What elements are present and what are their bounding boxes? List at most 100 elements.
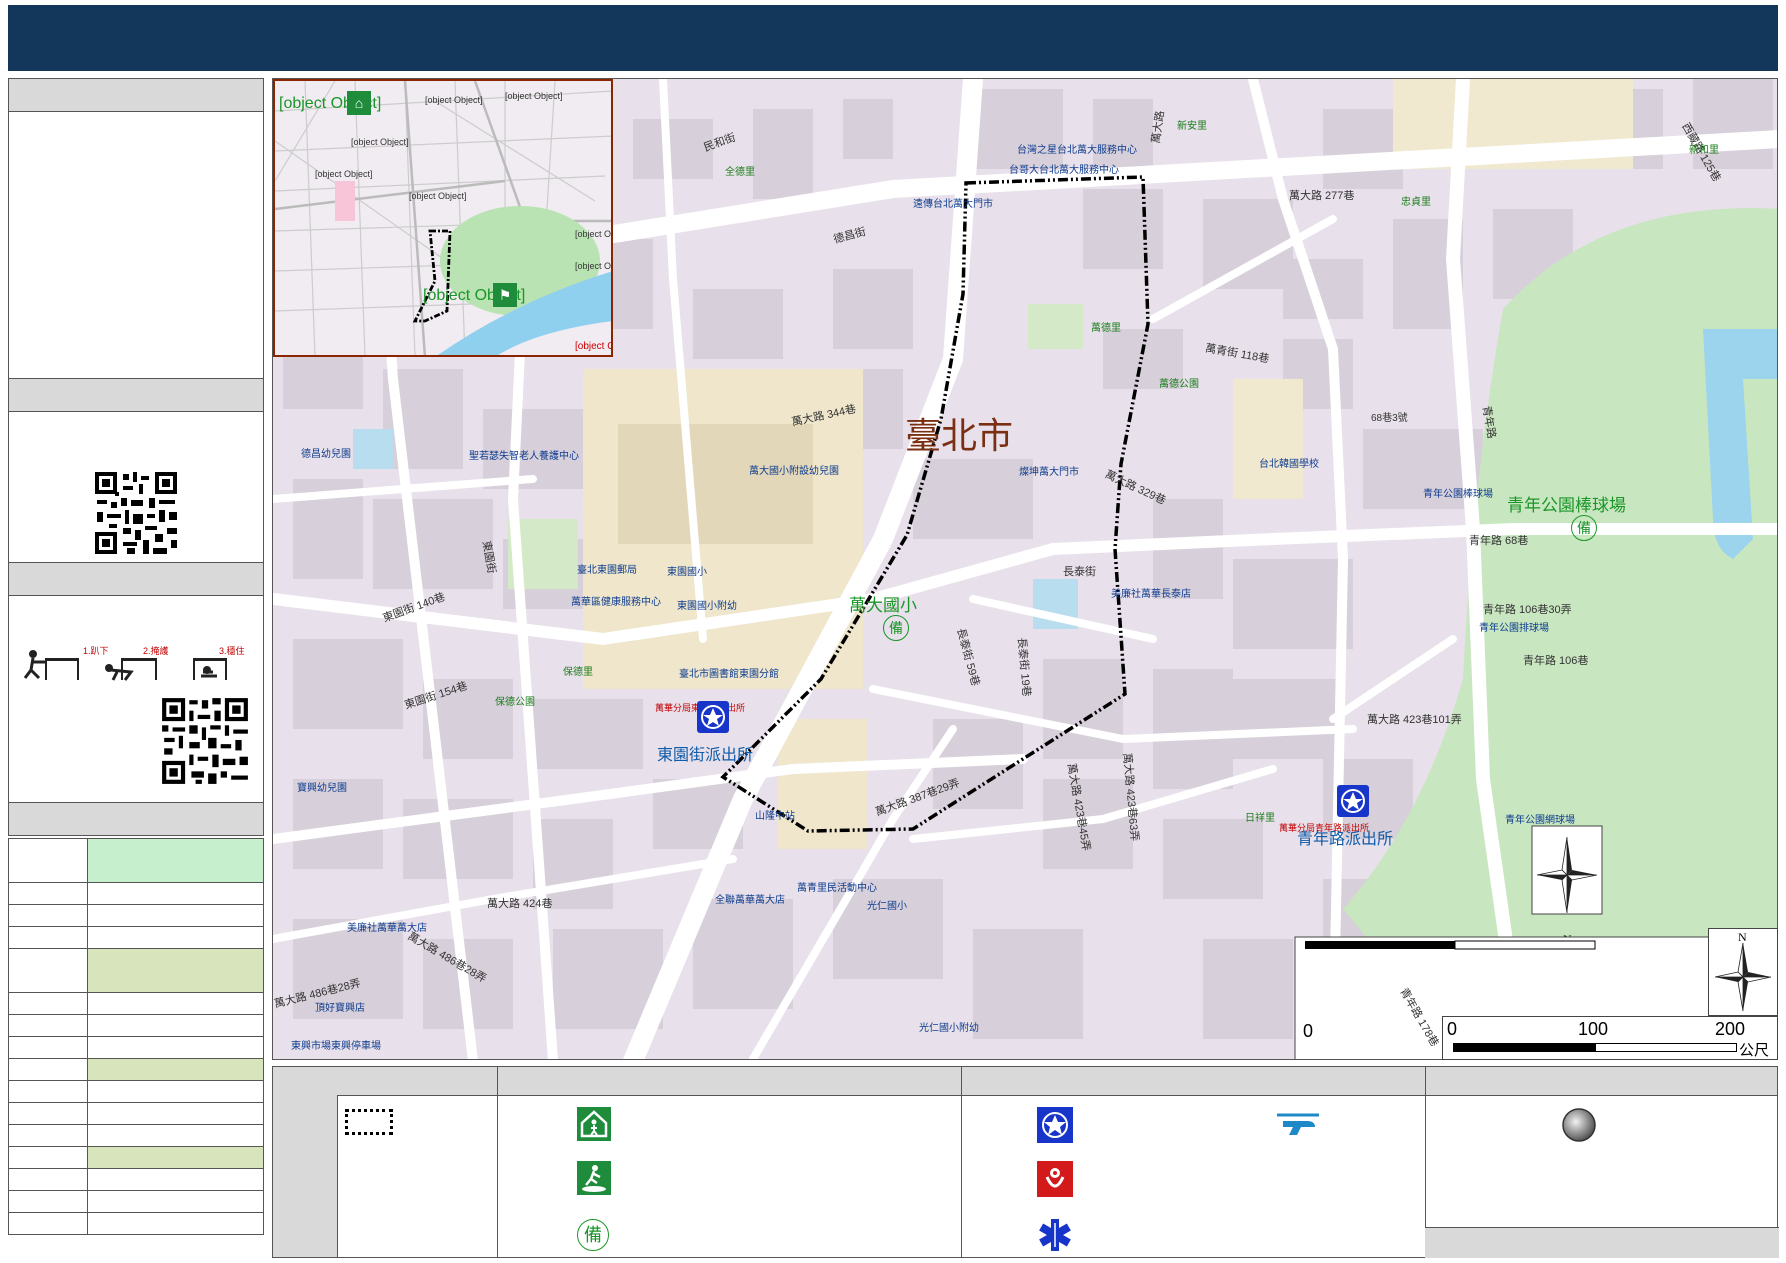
compass-box: N bbox=[1708, 928, 1778, 1016]
inset-road-label: [object Object] bbox=[351, 137, 409, 147]
poi-label: 東園國小附幼 bbox=[677, 601, 737, 612]
village-label: 萬德公園 bbox=[1159, 379, 1199, 390]
village-label: 日祥里 bbox=[1245, 813, 1275, 824]
village-label: 68巷3號 bbox=[1371, 413, 1408, 424]
school-label: 萬大國小 bbox=[849, 596, 917, 615]
compass-rose-icon: N bbox=[1714, 930, 1772, 1012]
left-panel-header-2 bbox=[8, 378, 264, 412]
village-label: 全德里 bbox=[725, 167, 755, 178]
gray-circle-icon bbox=[1561, 1107, 1597, 1143]
road-label: 萬大路 423巷101弄 bbox=[1367, 714, 1462, 726]
park-evacuation-icon bbox=[577, 1161, 611, 1195]
police-icon bbox=[1337, 785, 1369, 817]
poi-label: 全聯萬華萬大店 bbox=[715, 895, 785, 906]
scale-bar-black bbox=[1453, 1043, 1595, 1052]
park-evacuation-icon: ⚑ bbox=[493, 283, 517, 307]
poi-label: 青年公園棒球場 bbox=[1423, 489, 1493, 500]
inset-road-label: [object Object] bbox=[575, 341, 611, 352]
reserve-shelter-icon: 備 bbox=[883, 615, 909, 641]
poi-label: 台灣之星台北萬大服務中心 bbox=[1017, 145, 1137, 156]
poi-label: 燦坤萬大門市 bbox=[1019, 467, 1079, 478]
helipad-icon bbox=[1273, 1109, 1323, 1139]
left-panel-qr-box bbox=[8, 411, 264, 563]
inset-road-label: [object Object] bbox=[315, 169, 373, 179]
left-panel-quake-box: 1.趴下 2.掩護 3.穩住 bbox=[8, 595, 264, 803]
inset-road-label: [object Object] bbox=[425, 95, 483, 105]
legend-side-header bbox=[273, 1067, 338, 1257]
north-letter: N bbox=[1738, 930, 1747, 944]
poi-label: 美廉社萬華長泰店 bbox=[1111, 589, 1191, 600]
poi-label: 臺北東園郵局 bbox=[577, 565, 637, 576]
table-cell bbox=[87, 948, 264, 993]
left-panel-description-box bbox=[8, 111, 264, 379]
evacuation-shelter-icon: ⌂ bbox=[347, 91, 371, 115]
table-cell bbox=[87, 1146, 264, 1169]
qr-code-icon[interactable] bbox=[93, 470, 179, 556]
fire-department-icon bbox=[1037, 1161, 1073, 1197]
inset-road-label: [object Object] bbox=[575, 229, 612, 239]
drop-cover-hold-icon: 1.趴下 2.掩護 3.穩住 bbox=[23, 645, 245, 681]
poi-label: 聖若瑟失智老人養護中心 bbox=[469, 451, 579, 462]
police-label: 東園街派出所 bbox=[657, 747, 754, 764]
village-label: 忠貞里 bbox=[1401, 197, 1431, 208]
police-icon bbox=[1037, 1107, 1073, 1143]
police-icon bbox=[697, 701, 729, 733]
poi-label: 東園國小 bbox=[667, 567, 707, 578]
info-table bbox=[8, 838, 264, 1235]
quake-step-1: 1.趴下 bbox=[83, 646, 109, 656]
poi-label: 台北韓國學校 bbox=[1259, 459, 1319, 470]
poi-label: 萬華區健康服務中心 bbox=[571, 597, 661, 608]
quake-step-2: 2.掩護 bbox=[143, 645, 169, 656]
table-cell bbox=[87, 1058, 264, 1081]
poi-label: 臺北市圖書館東園分館 bbox=[679, 669, 779, 680]
inset-road-label: [object Object] bbox=[575, 261, 612, 271]
poi-label: 光仁國小附幼 bbox=[919, 1023, 979, 1034]
main-map[interactable]: N [object Object] ⌂ [object Object] ⚑ [o… bbox=[272, 78, 1778, 1060]
scale-unit: 公尺 bbox=[1739, 1042, 1770, 1059]
legend-header-row bbox=[337, 1067, 1777, 1096]
road-label: 青年路 106巷30弄 bbox=[1483, 604, 1572, 616]
medical-icon bbox=[1037, 1217, 1073, 1253]
scale-max: 200 bbox=[1715, 1019, 1746, 1039]
table-cell bbox=[8, 838, 88, 883]
poi-label: 青年公園排球場 bbox=[1479, 623, 1549, 634]
quake-step-3: 3.穩住 bbox=[219, 645, 245, 656]
left-panel-header-4 bbox=[8, 802, 264, 836]
road-label: 萬大路 277巷 bbox=[1289, 190, 1355, 202]
reserve-shelter-icon: 備 bbox=[577, 1219, 609, 1251]
road-label: 青年路 106巷 bbox=[1523, 655, 1589, 667]
poi-label: 山隆中站 bbox=[755, 811, 795, 822]
poi-label: 寶興幼兒園 bbox=[297, 783, 347, 794]
scale-bar: 0 100 200 公尺 bbox=[1442, 1016, 1778, 1060]
park-label: 青年公園棒球場 bbox=[1507, 496, 1626, 515]
poi-label: 萬青里民活動中心 bbox=[797, 883, 877, 894]
inset-road-label: [object Object] bbox=[505, 91, 563, 101]
village-label: 新安里 bbox=[1177, 121, 1207, 132]
poi-label: 美廉社萬華萬大店 bbox=[347, 923, 427, 934]
title-bar bbox=[8, 5, 1778, 71]
poi-label: 遠傳台北萬大門市 bbox=[913, 199, 993, 210]
scale-mid: 100 bbox=[1578, 1019, 1609, 1039]
road-label: 長泰街 bbox=[1063, 566, 1096, 578]
table-cell bbox=[87, 838, 264, 883]
inset-map[interactable]: [object Object] ⌂ [object Object] ⚑ [obj… bbox=[273, 79, 613, 357]
poi-label: 東興市場東興停車場 bbox=[291, 1041, 381, 1052]
poi-label: 德昌幼兒園 bbox=[301, 449, 351, 460]
left-panel-header-1 bbox=[8, 78, 264, 112]
inset-road-label: [object Object] bbox=[409, 191, 467, 201]
legend-footer-cell bbox=[1425, 1227, 1779, 1258]
city-label: 臺北市 bbox=[905, 416, 1014, 456]
road-label: 青年路 68巷 bbox=[1469, 535, 1529, 547]
qr-code-icon[interactable] bbox=[160, 696, 250, 786]
scale-zero: 0 bbox=[1303, 1021, 1314, 1041]
scale-bar-white bbox=[1595, 1043, 1737, 1052]
left-panel-header-3 bbox=[8, 562, 264, 596]
village-label: 保德公園 bbox=[495, 697, 535, 708]
village-label: 保德里 bbox=[563, 667, 593, 678]
poi-label: 光仁國小 bbox=[867, 901, 907, 912]
road-label: 萬大路 424巷 bbox=[487, 898, 553, 910]
scale-zero: 0 bbox=[1447, 1019, 1458, 1039]
police-label: 青年路派出所 bbox=[1297, 831, 1394, 848]
village-label: 萬德里 bbox=[1091, 323, 1121, 334]
evacuation-shelter-icon bbox=[577, 1107, 611, 1141]
